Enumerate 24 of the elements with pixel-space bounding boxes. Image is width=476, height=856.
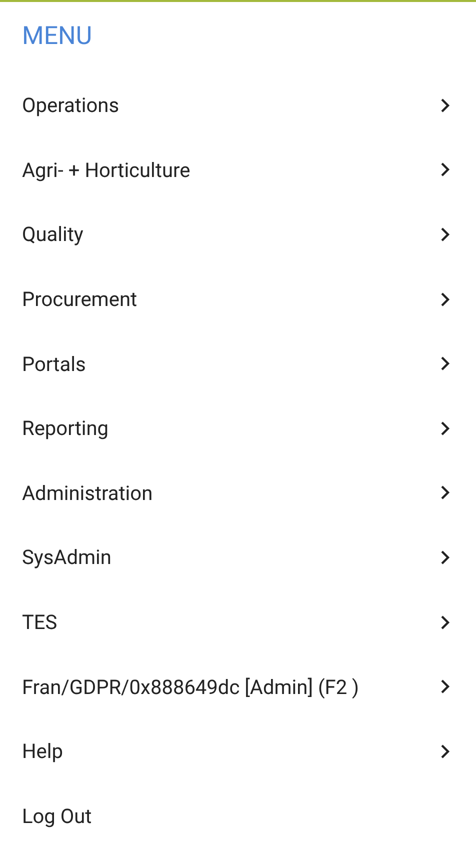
- menu-item[interactable]: Portals: [0, 331, 476, 396]
- chevron-right-icon: [440, 292, 450, 307]
- menu-item[interactable]: Fran/GDPR/0x888649dc [Admin] (F2 ): [0, 654, 476, 719]
- chevron-right-icon: [440, 744, 450, 759]
- chevron-right-icon: [440, 485, 450, 500]
- chevron-right-icon: [440, 98, 450, 113]
- chevron-right-icon: [440, 679, 450, 694]
- chevron-right-icon: [440, 550, 450, 565]
- chevron-right-icon: [440, 226, 450, 242]
- menu-item[interactable]: SysAdmin: [0, 525, 476, 590]
- chevron-right-icon: [440, 356, 450, 372]
- menu-item[interactable]: Operations: [0, 73, 476, 138]
- menu-title: MENU: [22, 21, 94, 53]
- menu-item[interactable]: Administration: [0, 460, 476, 526]
- chevron-right-icon: [440, 614, 450, 630]
- menu-item[interactable]: Agri- + Horticulture: [0, 138, 476, 202]
- menu-item[interactable]: TES: [0, 590, 476, 654]
- menu-item[interactable]: Reporting: [0, 396, 476, 461]
- chevron-right-icon: [440, 420, 450, 436]
- chevron-right-icon: [440, 162, 450, 178]
- menu-item[interactable]: Procurement: [0, 266, 476, 332]
- menu-item[interactable]: Help: [0, 718, 476, 784]
- menu-item[interactable]: Quality: [0, 202, 476, 267]
- menu-item[interactable]: Log Out: [0, 784, 476, 848]
